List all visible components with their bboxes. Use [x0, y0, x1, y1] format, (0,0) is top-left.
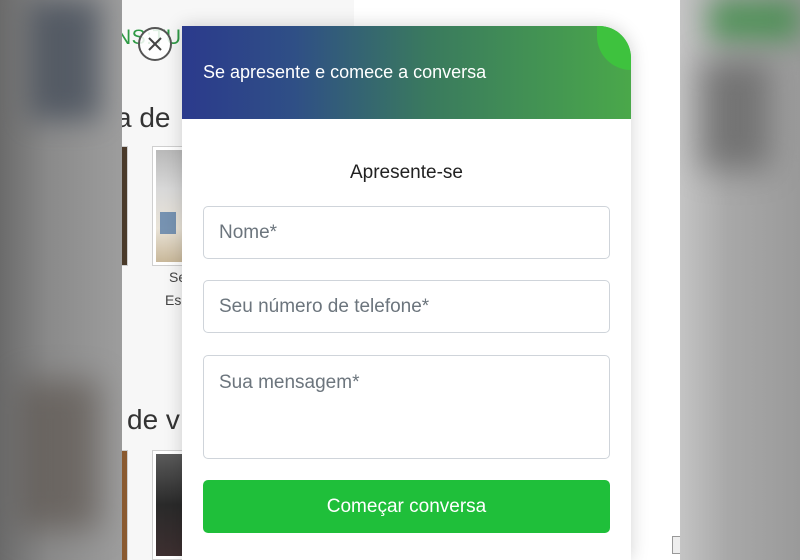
section-heading: a de [122, 102, 171, 133]
blurred-shape [700, 60, 770, 170]
blurred-shape [30, 0, 100, 120]
start-conversation-button[interactable]: Começar conversa [203, 480, 610, 533]
thumbnail-image[interactable] [122, 146, 128, 266]
thumbnail-image[interactable] [152, 450, 186, 560]
blurred-background-left [0, 0, 122, 560]
form-subtitle: Apresente-se [349, 162, 463, 183]
blurred-shape [20, 380, 100, 530]
modal-title: Se apresente e comece a conversa [203, 62, 487, 82]
phone-input[interactable] [203, 280, 610, 333]
close-icon [148, 37, 162, 51]
name-input[interactable] [203, 206, 610, 259]
thumbnail-image[interactable] [122, 450, 128, 560]
blurred-background-right [680, 0, 800, 560]
section-heading: de v [127, 404, 180, 435]
thumbnail-image[interactable] [152, 146, 186, 266]
modal-body: Apresente-se Começar conversa [182, 162, 631, 533]
message-input[interactable] [203, 355, 610, 459]
blurred-shape [710, 0, 800, 40]
thumbnail-caption: Es [165, 292, 182, 308]
chat-start-modal: Se apresente e comece a conversa Apresen… [182, 26, 631, 560]
scrollbar-button[interactable] [672, 536, 680, 554]
close-button[interactable] [138, 27, 172, 61]
header-corner-accent [597, 26, 631, 70]
modal-header: Se apresente e comece a conversa [182, 26, 631, 119]
